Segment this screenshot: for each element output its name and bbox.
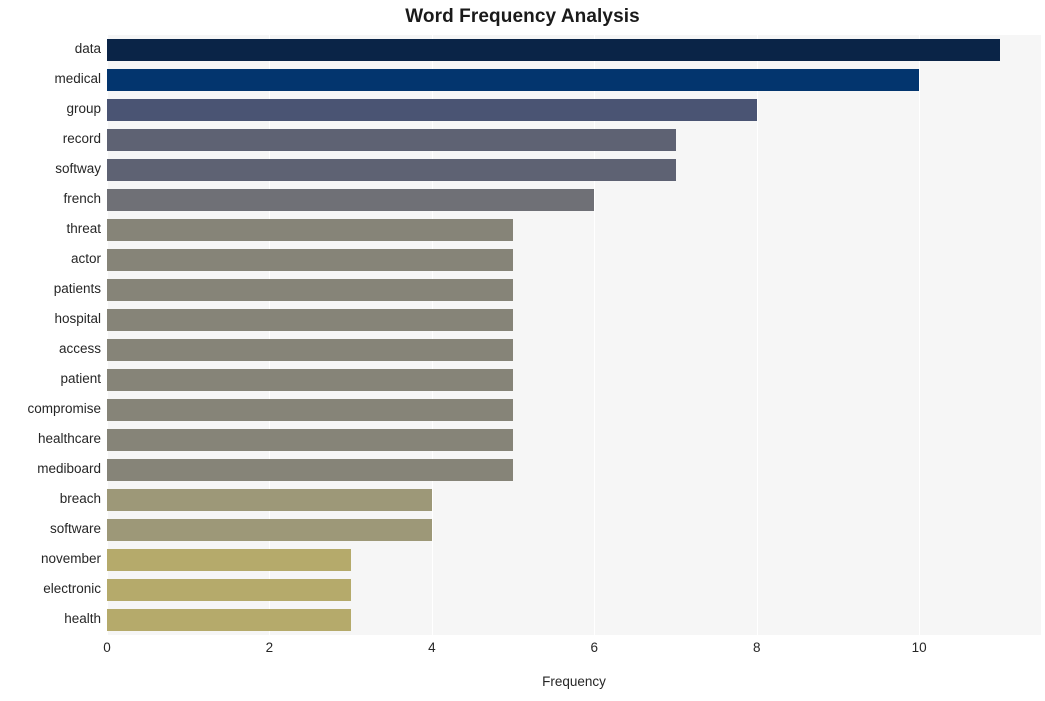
bar-health <box>107 609 351 631</box>
y-tick-label-health: health <box>64 611 101 626</box>
x-axis-tick-labels: 0 2 4 6 8 10 <box>103 640 1041 662</box>
y-tick-label-medical: medical <box>54 71 101 86</box>
y-tick-label-french: french <box>63 191 101 206</box>
y-tick-label-compromise: compromise <box>27 401 101 416</box>
bar-access <box>107 339 514 361</box>
bar-patients <box>107 279 514 301</box>
y-tick-label-data: data <box>74 41 101 56</box>
chart-title: Word Frequency Analysis <box>405 6 640 27</box>
bar-actor <box>107 249 514 271</box>
bar-row <box>107 579 1041 601</box>
bar-row <box>107 369 1041 391</box>
bar-row <box>107 189 1041 211</box>
bar-compromise <box>107 399 514 421</box>
bar-software <box>107 519 432 541</box>
bar-record <box>107 129 676 151</box>
bar-hospital <box>107 309 514 331</box>
bar-row <box>107 99 1041 121</box>
y-tick-label-hospital: hospital <box>54 311 101 326</box>
bar-mediboard <box>107 459 514 481</box>
y-tick-label-access: access <box>58 341 101 356</box>
bar-group <box>107 99 757 121</box>
bar-row <box>107 69 1041 91</box>
bar-row <box>107 219 1041 241</box>
bar-softway <box>107 159 676 181</box>
y-tick-label-threat: threat <box>66 221 101 236</box>
bar-patient <box>107 369 514 391</box>
x-tick-label-4: 8 <box>752 640 761 655</box>
bar-row <box>107 249 1041 271</box>
bar-row <box>107 609 1041 631</box>
y-tick-label-softway: softway <box>55 161 101 176</box>
bar-row <box>107 339 1041 361</box>
x-tick-label-0: 0 <box>103 640 111 655</box>
y-tick-label-healthcare: healthcare <box>37 431 101 446</box>
bar-electronic <box>107 579 351 601</box>
y-tick-label-group: group <box>66 101 101 116</box>
bar-row <box>107 129 1041 151</box>
y-tick-label-record: record <box>62 131 101 146</box>
y-tick-label-patients: patients <box>53 281 101 296</box>
bar-breach <box>107 489 432 511</box>
y-tick-label-mediboard: mediboard <box>37 461 101 476</box>
y-tick-label-november: november <box>40 551 101 566</box>
bar-french <box>107 189 595 211</box>
bar-row <box>107 159 1041 181</box>
x-axis-title: Frequency <box>542 674 606 689</box>
chart-figure: Word Frequency Analysis data medical group… <box>0 0 1045 701</box>
bar-row <box>107 459 1041 481</box>
y-axis-tick-labels: data medical group record softway french threa… <box>0 35 101 635</box>
bar-series <box>107 35 1041 635</box>
y-tick-label-breach: breach <box>59 491 101 506</box>
bar-medical <box>107 69 920 91</box>
y-tick-label-actor: actor <box>70 251 101 266</box>
bar-row <box>107 519 1041 541</box>
x-tick-label-2: 4 <box>428 640 436 655</box>
bar-threat <box>107 219 514 241</box>
bar-row <box>107 399 1041 421</box>
bar-row <box>107 309 1041 331</box>
y-tick-label-software: software <box>49 521 101 536</box>
bar-row <box>107 39 1041 61</box>
x-tick-label-5: 10 <box>911 640 927 655</box>
plot-area <box>107 35 1041 635</box>
y-tick-label-patient: patient <box>60 371 101 386</box>
x-tick-label-1: 2 <box>265 640 274 655</box>
y-tick-label-electronic: electronic <box>43 581 101 596</box>
bar-row <box>107 489 1041 511</box>
bar-row <box>107 549 1041 571</box>
bar-data <box>107 39 1001 61</box>
bar-november <box>107 549 351 571</box>
bar-row <box>107 279 1041 301</box>
x-tick-label-3: 6 <box>590 640 599 655</box>
bar-healthcare <box>107 429 514 451</box>
bar-row <box>107 429 1041 451</box>
